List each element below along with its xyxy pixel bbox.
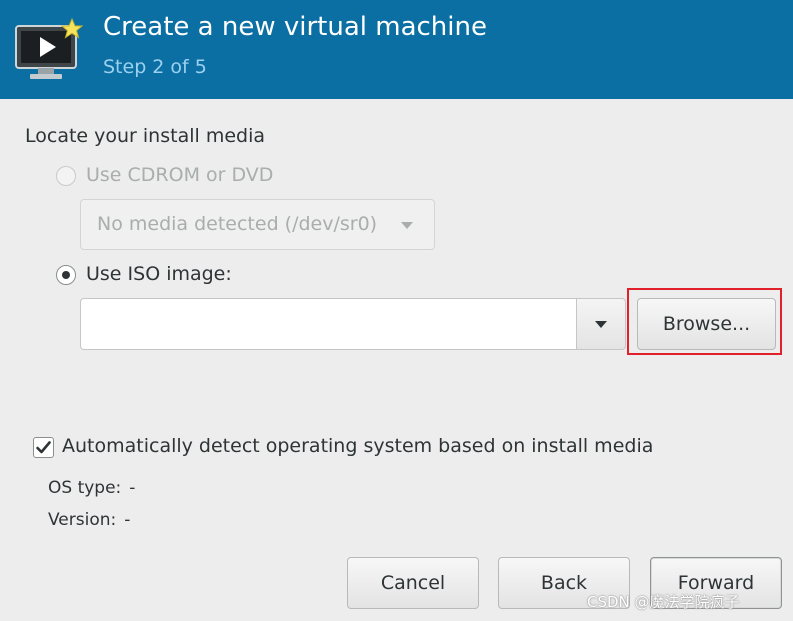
auto-detect-label: Automatically detect operating system ba… — [62, 435, 654, 457]
watermark: CSDN @魔法学院疯子 — [587, 593, 740, 611]
wizard-step-indicator: Step 2 of 5 — [103, 56, 207, 78]
os-type-row: OS type: - — [48, 478, 135, 498]
locate-media-label: Locate your install media — [25, 125, 265, 147]
cdrom-device-value: No media detected (/dev/sr0) — [97, 213, 378, 235]
cdrom-radio[interactable] — [56, 166, 76, 186]
wizard-header: Create a new virtual machine Step 2 of 5 — [0, 0, 793, 99]
iso-radio-label: Use ISO image: — [86, 263, 232, 285]
browse-highlight-box — [627, 288, 782, 355]
auto-detect-checkbox[interactable] — [33, 437, 54, 458]
cdrom-radio-label: Use CDROM or DVD — [86, 164, 274, 186]
chevron-down-icon — [595, 321, 607, 328]
cdrom-device-select[interactable]: No media detected (/dev/sr0) — [80, 199, 435, 250]
cancel-button[interactable]: Cancel — [347, 557, 479, 609]
version-value: - — [124, 510, 131, 530]
version-label: Version: — [48, 510, 117, 530]
os-type-label: OS type: — [48, 478, 122, 498]
version-row: Version: - — [48, 510, 130, 530]
iso-history-dropdown-button[interactable] — [576, 298, 626, 350]
iso-path-input[interactable] — [80, 298, 576, 350]
os-type-value: - — [129, 478, 136, 498]
iso-radio[interactable] — [56, 265, 76, 285]
wizard-title: Create a new virtual machine — [103, 12, 487, 42]
vm-monitor-icon — [15, 17, 84, 79]
checkmark-icon — [36, 441, 51, 454]
chevron-down-icon — [401, 222, 413, 229]
radio-selected-dot — [62, 271, 70, 279]
